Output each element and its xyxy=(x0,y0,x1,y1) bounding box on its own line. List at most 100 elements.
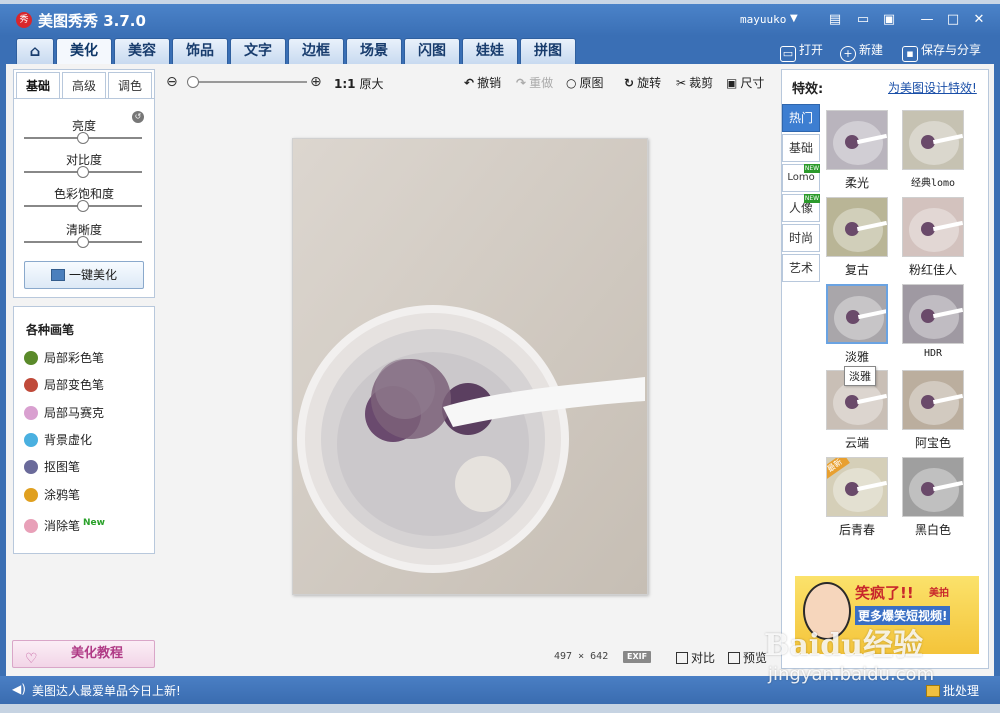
category-art[interactable]: 艺术 xyxy=(782,254,820,282)
desktop-taskbar-bottom xyxy=(0,704,1000,713)
effect-label: 阿宝色 xyxy=(914,436,951,450)
subtab-advanced[interactable]: 高级 xyxy=(62,72,106,98)
brush-local-color[interactable]: 局部彩色笔 xyxy=(24,349,104,367)
brush-mosaic[interactable]: 局部马赛克 xyxy=(24,404,104,422)
mosaic-icon xyxy=(24,406,38,420)
status-message[interactable]: 美图达人最爱单品今日上新! xyxy=(32,682,181,699)
preview-button[interactable]: 预览 xyxy=(728,649,767,666)
effect-thumbnail[interactable] xyxy=(826,284,888,344)
subtab-basic[interactable]: 基础 xyxy=(16,72,60,98)
rotate-button[interactable]: ↻ 旋转 xyxy=(624,74,661,91)
brush-background-blur[interactable]: 背景虚化 xyxy=(24,431,92,449)
effect-thumbnail[interactable] xyxy=(902,110,964,170)
brush-local-recolor[interactable]: 局部变色笔 xyxy=(24,376,104,394)
tab-frames[interactable]: 边框 xyxy=(288,38,344,64)
rotate-icon: ↻ xyxy=(624,76,635,90)
original-size-button[interactable]: 1:1 原大 xyxy=(334,75,384,92)
effects-title: 特效: xyxy=(792,82,824,97)
brush-cutout[interactable]: 抠图笔 xyxy=(24,458,80,476)
tab-decorations[interactable]: 饰品 xyxy=(172,38,228,64)
subtab-color[interactable]: 调色 xyxy=(108,72,152,98)
title-bar: 秀 美图秀秀 3.7.0 mayuuko ▼ ▤ ▭ ▣ — □ ✕ xyxy=(0,4,1000,36)
zoom-slider[interactable] xyxy=(187,76,307,88)
effect-label: HDR xyxy=(923,348,943,359)
tab-face[interactable]: 美容 xyxy=(114,38,170,64)
contrast-slider[interactable] xyxy=(24,166,142,178)
crop-button[interactable]: ✂ 裁剪 xyxy=(676,74,713,91)
zoom-in-icon[interactable]: ⊕ xyxy=(310,74,322,90)
redo-button[interactable]: ↷ 重做 xyxy=(516,74,553,91)
undo-button[interactable]: ↶ 撤销 xyxy=(464,74,501,91)
effect-thumbnail[interactable] xyxy=(826,110,888,170)
tab-collage[interactable]: 拼图 xyxy=(520,38,576,64)
category-basic[interactable]: 基础 xyxy=(782,134,820,162)
home-tab[interactable]: ⌂ xyxy=(16,38,54,64)
photo-canvas[interactable] xyxy=(292,138,648,595)
effect-label: 经典lomo xyxy=(910,178,956,189)
compare-button[interactable]: 对比 xyxy=(676,649,715,666)
save-icon: ▪ xyxy=(902,46,918,62)
tab-dolls[interactable]: 娃娃 xyxy=(462,38,518,64)
original-button[interactable]: ○ 原图 xyxy=(566,74,604,91)
saturation-slider[interactable] xyxy=(24,200,142,212)
tab-scenes[interactable]: 场景 xyxy=(346,38,402,64)
effect-label: 粉红佳人 xyxy=(908,263,957,277)
design-effects-link[interactable]: 为美图设计特效! xyxy=(888,79,977,96)
preview-icon xyxy=(728,652,740,664)
tab-beautify[interactable]: 美化 xyxy=(56,38,112,64)
minimize-icon[interactable]: — xyxy=(916,10,938,30)
tab-text[interactable]: 文字 xyxy=(230,38,286,64)
redo-icon: ↷ xyxy=(516,76,527,90)
resize-icon: ▣ xyxy=(726,76,738,90)
brightness-slider[interactable] xyxy=(24,132,142,144)
zoom-knob[interactable] xyxy=(187,76,199,88)
photo-image xyxy=(293,139,647,594)
new-button[interactable]: + 新建 xyxy=(840,41,883,62)
menu-icon[interactable]: ▣ xyxy=(878,10,900,30)
user-menu-caret-icon[interactable]: ▼ xyxy=(790,13,798,24)
work-area: 基础 高级 调色 ↺ 亮度 对比度 色彩饱和度 清晰度 一键美化 各种画笔 局部… xyxy=(6,64,994,676)
saturation-knob[interactable] xyxy=(77,200,89,212)
zoom-out-icon[interactable]: ⊖ xyxy=(166,74,178,90)
sharpness-knob[interactable] xyxy=(77,236,89,248)
sharpness-slider[interactable] xyxy=(24,236,142,248)
effect-thumbnail[interactable] xyxy=(902,197,964,257)
maximize-icon[interactable]: □ xyxy=(942,10,964,30)
brush-doodle[interactable]: 涂鸦笔 xyxy=(24,486,80,504)
feedback-icon[interactable]: ▭ xyxy=(852,10,874,30)
open-button[interactable]: ▭ 打开 xyxy=(780,41,823,62)
category-portrait[interactable]: 人像 NEW xyxy=(782,194,820,222)
category-fashion[interactable]: 时尚 xyxy=(782,224,820,252)
resize-button[interactable]: ▣ 尺寸 xyxy=(726,74,764,91)
cutout-icon xyxy=(24,460,38,474)
skin-icon[interactable]: ▤ xyxy=(824,10,846,30)
hand-icon: ♡ xyxy=(25,651,38,667)
effect-label: 后青春 xyxy=(838,523,875,537)
effect-thumbnail[interactable] xyxy=(902,284,964,344)
close-icon[interactable]: ✕ xyxy=(968,10,990,30)
scissors-icon: ✂ xyxy=(676,76,687,90)
effect-thumbnail[interactable]: 最新 xyxy=(826,457,888,517)
beautify-tutorial-button[interactable]: ♡ 美化教程 xyxy=(12,640,155,668)
category-lomo[interactable]: Lomo NEW xyxy=(782,164,820,192)
tab-flash[interactable]: 闪图 xyxy=(404,38,460,64)
new-badge: New xyxy=(83,518,105,528)
one-click-beautify-button[interactable]: 一键美化 xyxy=(24,261,144,289)
brush-panel: 各种画笔 局部彩色笔 局部变色笔 局部马赛克 背景虚化 抠图笔 涂鸦笔 消除笔 N… xyxy=(13,306,155,554)
effect-thumbnail[interactable] xyxy=(902,457,964,517)
effect-thumbnail[interactable] xyxy=(826,197,888,257)
exif-button[interactable]: EXIF xyxy=(623,651,652,663)
brightness-knob[interactable] xyxy=(77,132,89,144)
pencil-icon xyxy=(24,488,38,502)
save-share-button[interactable]: ▪ 保存与分享 xyxy=(902,41,981,62)
category-hot[interactable]: 热门 xyxy=(782,104,820,132)
main-nav: ⌂ 美化 美容 饰品 文字 边框 场景 闪图 娃娃 拼图 ▭ 打开 + 新建 ▪ 保存… xyxy=(0,36,1000,64)
brush-eraser[interactable]: 消除笔 New xyxy=(24,514,105,533)
circle-icon: ○ xyxy=(566,76,577,90)
batch-icon xyxy=(926,685,940,697)
speaker-icon: ◀) xyxy=(12,682,26,696)
new-badge: NEW xyxy=(804,164,820,173)
user-name[interactable]: mayuuko xyxy=(740,13,786,26)
effect-thumbnail[interactable] xyxy=(902,370,964,430)
contrast-knob[interactable] xyxy=(77,166,89,178)
